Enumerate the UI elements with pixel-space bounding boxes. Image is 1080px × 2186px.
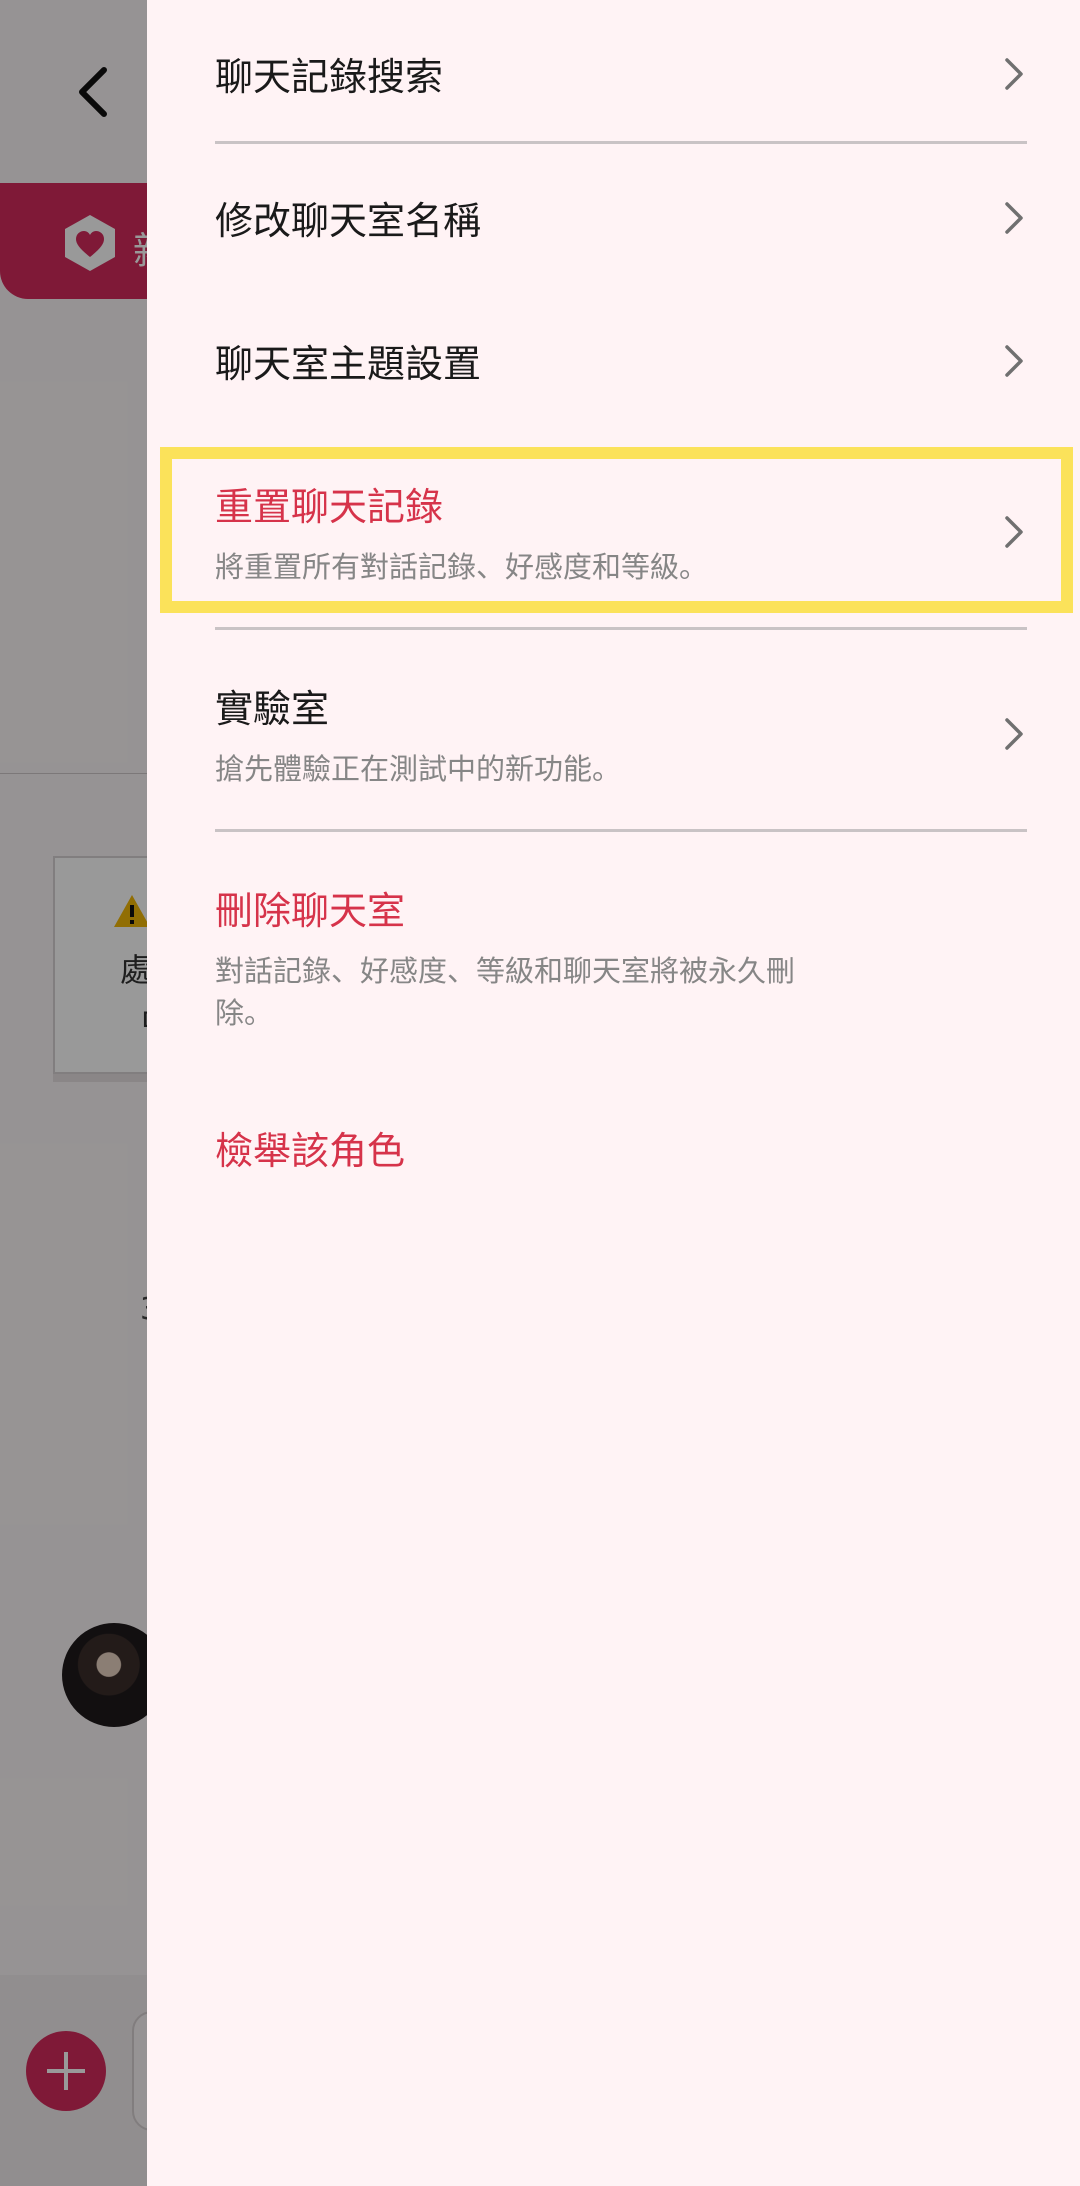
menu-item-label: 實驗室 [215,687,330,731]
chevron-right-icon [999,198,1027,238]
menu-item-label: 刪除聊天室 [215,889,406,933]
menu-item-search-history[interactable]: 聊天記錄搜索 [215,40,1027,110]
chevron-right-icon [999,512,1027,552]
menu-item-reset-chat-history[interactable]: 重置聊天記錄 將重置所有對話記錄、好感度和等級。 [215,470,1027,600]
chevron-right-icon [999,341,1027,381]
menu-item-label: 聊天室主題設置 [215,342,482,386]
menu-item-lab[interactable]: 實驗室 搶先體驗正在測試中的新功能。 [215,672,1027,802]
menu-item-label: 重置聊天記錄 [215,485,444,529]
menu-item-description: 除。 [215,996,274,1030]
menu-item-description: 搶先體驗正在測試中的新功能。 [215,752,622,786]
menu-item-label: 修改聊天室名稱 [215,199,482,243]
menu-item-report-character[interactable]: 檢舉該角色 [215,1114,1027,1184]
menu-item-delete-chat[interactable]: 刪除聊天室 對話記錄、好感度、等級和聊天室將被永久刪 除。 [215,874,1027,1044]
menu-item-label: 檢舉該角色 [215,1129,406,1173]
divider [215,141,1027,144]
divider [215,829,1027,832]
chat-settings-drawer: 聊天記錄搜索 修改聊天室名稱 聊天室主題設置 重置聊天記錄 將重置所有對話記錄、… [147,0,1080,2186]
menu-item-description: 將重置所有對話記錄、好感度和等級。 [215,550,709,584]
menu-item-chat-theme[interactable]: 聊天室主題設置 [215,327,1027,397]
menu-item-rename-chat[interactable]: 修改聊天室名稱 [215,184,1027,254]
chevron-right-icon [999,54,1027,94]
chevron-right-icon [999,714,1027,754]
divider [215,627,1027,630]
menu-item-label: 聊天記錄搜索 [215,55,444,99]
menu-item-description: 對話記錄、好感度、等級和聊天室將被永久刪 [215,954,796,988]
